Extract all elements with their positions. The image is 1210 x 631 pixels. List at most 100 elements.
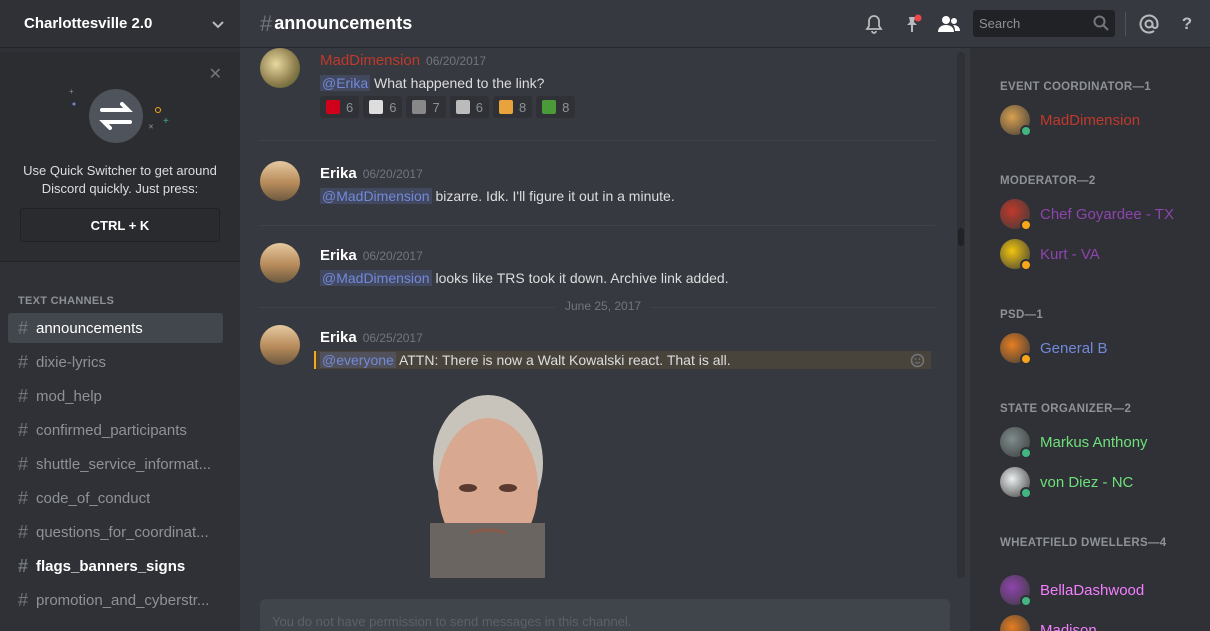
message-content: bizarre. Idk. I'll figure it out in a mi… [435, 188, 675, 204]
status-indicator [1020, 353, 1032, 365]
channel-item[interactable]: # questions_for_coordinat... [8, 517, 223, 547]
search-bar[interactable] [973, 10, 1115, 37]
member-item[interactable]: MadDimension [1000, 104, 1140, 137]
everyone-mention[interactable]: @everyone [320, 352, 396, 368]
status-indicator [1020, 595, 1032, 607]
message-separator [260, 225, 935, 226]
reaction[interactable]: 6 [320, 96, 360, 118]
user-mention[interactable]: @MadDimension [320, 188, 432, 204]
add-reaction-icon[interactable] [910, 352, 926, 373]
reaction-count: 6 [389, 99, 397, 115]
reaction[interactable]: 6 [449, 96, 489, 118]
channel-item[interactable]: # flags_banners_signs [8, 551, 223, 581]
channel-title: announcements [274, 13, 413, 33]
hashtag-icon: # [18, 453, 29, 474]
channel-name: promotion_and_cyberstr... [36, 591, 210, 609]
svg-text:+: + [69, 87, 74, 96]
author-name[interactable]: Erika [320, 329, 357, 346]
message-author[interactable]: Erika 06/25/2017 [320, 329, 423, 346]
avatar[interactable] [260, 325, 300, 365]
channel-item[interactable]: # mod_help [8, 381, 223, 411]
reaction[interactable]: 8 [492, 96, 533, 118]
hammer-sickle-icon [326, 100, 340, 114]
message-list: MadDimension 06/20/2017 @Erika What happe… [240, 48, 955, 578]
sun-wheel-icon [498, 100, 513, 114]
channel-list: # announcements # dixie-lyrics # mod_help # con… [8, 313, 223, 619]
member-name: Chef Goyardee - TX [1040, 205, 1174, 223]
avatar [1000, 467, 1032, 499]
author-name[interactable]: MadDimension [320, 52, 420, 69]
reaction[interactable]: 7 [406, 96, 446, 118]
channel-hash-icon: # [260, 10, 273, 36]
message-content: What happened to the link? [374, 75, 545, 91]
member-name: Kurt - VA [1040, 245, 1100, 263]
reaction-count: 8 [562, 99, 570, 115]
channel-item[interactable]: # shuttle_service_informat... [8, 449, 223, 479]
avatar [1000, 105, 1032, 137]
avatar [1000, 427, 1032, 459]
user-mention[interactable]: @Erika [320, 75, 371, 91]
channel-name: code_of_conduct [36, 489, 151, 507]
avatar [1000, 615, 1030, 631]
message-timestamp: 06/20/2017 [362, 249, 423, 263]
bell-icon[interactable] [862, 12, 886, 36]
message-text: @Erika What happened to the link? [320, 75, 544, 91]
message-author[interactable]: Erika 06/20/2017 [320, 247, 423, 264]
hashtag-icon: # [18, 589, 29, 610]
message-author[interactable]: Erika 06/20/2017 [320, 165, 423, 182]
status-indicator [1020, 487, 1032, 499]
author-name[interactable]: Erika [320, 247, 357, 264]
scrollbar-track[interactable] [957, 52, 965, 578]
pin-icon[interactable] [901, 12, 925, 36]
channel-item[interactable]: # announcements [8, 313, 223, 343]
reaction[interactable]: 8 [536, 96, 576, 118]
message-text: @MadDimension looks like TRS took it dow… [320, 270, 729, 286]
frog-icon [542, 100, 557, 114]
user-mention[interactable]: @MadDimension [320, 270, 432, 286]
channel-name: flags_banners_signs [36, 557, 186, 575]
channel-category[interactable]: TEXT CHANNELS [18, 295, 114, 307]
channel-name: dixie-lyrics [36, 353, 107, 371]
reaction-count: 6 [475, 99, 483, 115]
member-name: von Diez - NC [1040, 473, 1134, 491]
channel-item[interactable]: # promotion_and_cyberstr... [8, 585, 223, 615]
message-timestamp: 06/20/2017 [362, 167, 423, 181]
search-icon[interactable] [1093, 15, 1109, 36]
member-item[interactable]: Chef Goyardee - TX [1000, 198, 1174, 231]
member-item[interactable]: Kurt - VA [1000, 238, 1100, 271]
status-indicator [1020, 259, 1032, 271]
members-icon[interactable] [937, 12, 961, 36]
svg-text:✕: ✕ [148, 124, 154, 131]
server-header[interactable]: Charlottesville 2.0 [0, 0, 240, 48]
member-item[interactable]: Markus Anthony [1000, 426, 1148, 459]
role-header: MODERATOR—2 [1000, 175, 1096, 187]
channel-item[interactable]: # confirmed_participants [8, 415, 223, 445]
mention-icon[interactable] [1137, 12, 1161, 36]
close-icon[interactable]: ✕ [209, 64, 222, 84]
member-name: BellaDashwood [1040, 581, 1145, 599]
member-item[interactable]: General B [1000, 332, 1108, 365]
channel-name: mod_help [36, 387, 102, 405]
channel-item[interactable]: # dixie-lyrics [8, 347, 223, 377]
author-name[interactable]: Erika [320, 165, 357, 182]
avatar[interactable] [260, 161, 300, 201]
message-author[interactable]: MadDimension 06/20/2017 [320, 52, 486, 69]
role-header: WHEATFIELD DWELLERS—4 [1000, 537, 1167, 549]
search-input[interactable] [979, 16, 1089, 31]
member-item[interactable]: BellaDashwood [1000, 574, 1145, 607]
channel-item[interactable]: # code_of_conduct [8, 483, 223, 513]
avatar[interactable] [260, 243, 300, 283]
status-indicator [1020, 125, 1032, 137]
emoji-sticker-image [430, 395, 545, 578]
quick-switcher-shortcut[interactable]: CTRL + K [20, 208, 220, 242]
avatar[interactable] [260, 48, 300, 88]
chevron-down-icon[interactable] [212, 16, 224, 32]
date-divider-label: June 25, 2017 [555, 299, 652, 313]
scrollbar-thumb[interactable] [958, 228, 964, 246]
reaction[interactable]: 6 [363, 96, 403, 118]
hashtag-icon: # [18, 487, 29, 508]
help-icon[interactable]: ? [1175, 12, 1199, 36]
member-item[interactable]: von Diez - NC [1000, 466, 1134, 499]
message-text: @everyone ATTN: There is now a Walt Kowa… [320, 352, 731, 368]
member-item[interactable]: Madison [1000, 614, 1097, 631]
